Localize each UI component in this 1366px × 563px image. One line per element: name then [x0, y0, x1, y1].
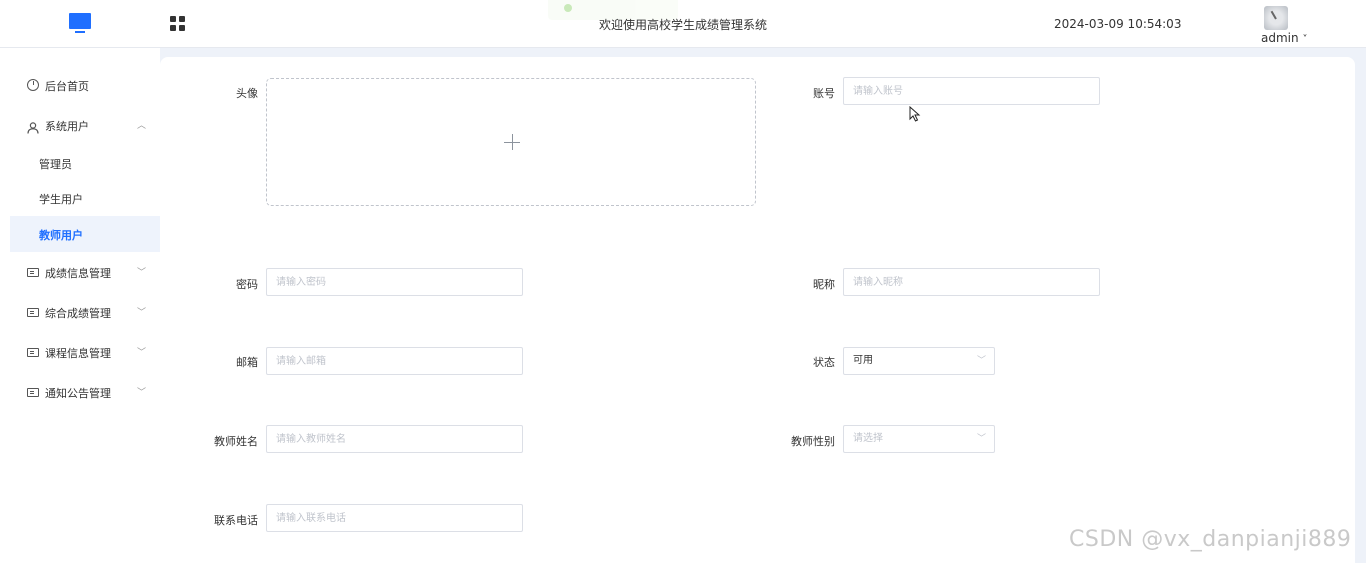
sidebar-item-label: 通知公告管理 — [45, 387, 111, 400]
chevron-up-icon: ︿ — [137, 121, 147, 131]
app: 欢迎使用高校学生成绩管理系统 2024-03-09 10:54:03 admin… — [0, 0, 1366, 563]
nickname-label: 昵称 — [813, 278, 835, 291]
success-dot-icon — [564, 4, 572, 12]
chevron-down-icon: ﹀ — [976, 434, 986, 444]
phone-label: 联系电话 — [214, 514, 258, 527]
sidebar-item-grade-info[interactable]: 成绩信息管理 ﹀ — [0, 254, 160, 290]
watermark: CSDN @vx_danpianji889 — [1069, 527, 1352, 552]
teacher-form-panel: 头像 账号 密码 昵称 邮箱 状态 可用 ﹀ 教师姓名 教师性别 请选择 ﹀ — [160, 57, 1355, 563]
chevron-down-icon: ﹀ — [137, 268, 147, 278]
sidebar-subitem-label: 管理员 — [39, 158, 72, 171]
status-value: 可用 — [853, 355, 873, 366]
sidebar-subitem-student-users[interactable]: 学生用户 — [10, 180, 160, 216]
sidebar-item-overall-grades[interactable]: 综合成绩管理 ﹀ — [0, 294, 160, 330]
chevron-down-icon: ﹀ — [137, 388, 147, 398]
user-menu[interactable]: admin ˅ — [1261, 31, 1307, 45]
sidebar-item-label: 系统用户 — [45, 120, 89, 133]
sidebar-subitem-admin[interactable]: 管理员 — [10, 145, 160, 181]
chevron-down-icon: ˅ — [1302, 34, 1308, 45]
sidebar-item-notices[interactable]: 通知公告管理 ﹀ — [0, 374, 160, 410]
chevron-down-icon: ﹀ — [137, 348, 147, 358]
sidebar-subitem-label: 学生用户 — [39, 193, 83, 206]
card-icon — [27, 308, 39, 317]
account-input[interactable] — [843, 77, 1100, 105]
avatar[interactable] — [1264, 6, 1288, 30]
card-icon — [27, 268, 39, 277]
sidebar-subitem-label: 教师用户 — [39, 229, 83, 242]
sidebar-item-label: 课程信息管理 — [45, 347, 111, 360]
sidebar-item-label: 成绩信息管理 — [45, 267, 111, 280]
plus-icon-vertical — [512, 134, 513, 150]
teacher-gender-placeholder: 请选择 — [853, 433, 883, 444]
nickname-input[interactable] — [843, 268, 1100, 296]
email-input[interactable] — [266, 347, 523, 375]
avatar-label: 头像 — [236, 87, 258, 100]
status-select[interactable]: 可用 ﹀ — [843, 347, 995, 375]
sidebar-item-label: 综合成绩管理 — [45, 307, 111, 320]
password-input[interactable] — [266, 268, 523, 296]
status-label: 状态 — [813, 356, 835, 369]
account-label: 账号 — [813, 87, 835, 100]
email-label: 邮箱 — [236, 356, 258, 369]
teacher-gender-label: 教师性别 — [791, 435, 835, 448]
current-datetime: 2024-03-09 10:54:03 — [1054, 17, 1182, 31]
user-icon — [27, 119, 39, 134]
chevron-down-icon: ﹀ — [137, 308, 147, 318]
card-icon — [27, 388, 39, 397]
sidebar-item-home[interactable]: 后台首页 — [0, 67, 160, 103]
clock-icon — [27, 79, 39, 91]
user-name: admin — [1261, 31, 1299, 45]
header: 欢迎使用高校学生成绩管理系统 2024-03-09 10:54:03 admin… — [0, 0, 1366, 48]
password-label: 密码 — [236, 278, 258, 291]
teacher-gender-select[interactable]: 请选择 ﹀ — [843, 425, 995, 453]
chevron-down-icon: ﹀ — [976, 356, 986, 366]
phone-input[interactable] — [266, 504, 523, 532]
card-icon — [27, 348, 39, 357]
avatar-upload[interactable] — [266, 78, 756, 206]
sidebar-item-label: 后台首页 — [45, 80, 89, 93]
sidebar: 后台首页 系统用户 ︿ 管理员 学生用户 教师用户 成绩信息管理 ﹀ 综合成绩管… — [0, 48, 160, 563]
teacher-name-label: 教师姓名 — [214, 435, 258, 448]
sidebar-subitem-teacher-users[interactable]: 教师用户 — [10, 216, 160, 252]
sidebar-item-course-info[interactable]: 课程信息管理 ﹀ — [0, 334, 160, 370]
sidebar-item-system-users[interactable]: 系统用户 ︿ — [0, 107, 160, 143]
teacher-name-input[interactable] — [266, 425, 523, 453]
